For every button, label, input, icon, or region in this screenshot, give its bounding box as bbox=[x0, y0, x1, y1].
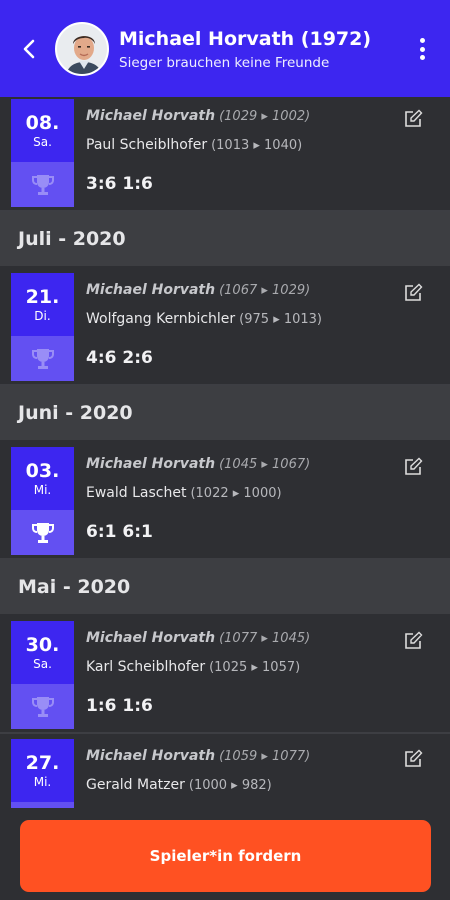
edit-icon bbox=[405, 109, 423, 127]
player-2-name: Ewald Laschet bbox=[86, 485, 187, 501]
month-header: Mai - 2020 bbox=[0, 560, 450, 616]
player-2-name: Gerald Matzer bbox=[86, 777, 185, 793]
match-day: 03. bbox=[25, 459, 60, 482]
match-date: 30. Sa. bbox=[11, 621, 74, 729]
player-1: Michael Horvath (1045 ▸ 1067) bbox=[86, 456, 310, 472]
match-weekday: Di. bbox=[34, 308, 51, 323]
player-2-rating: (1025 ▸ 1057) bbox=[209, 660, 301, 675]
player-1: Michael Horvath (1029 ▸ 1002) bbox=[86, 108, 310, 124]
match-list[interactable]: 08. Sa. Michael Horvath (1029 ▸ 1002) Pau… bbox=[0, 97, 450, 809]
match-date: 08. Sa. bbox=[11, 99, 74, 207]
edit-icon bbox=[405, 283, 423, 301]
edit-button[interactable] bbox=[403, 457, 423, 477]
player-1-rating: (1059 ▸ 1077) bbox=[219, 749, 311, 764]
bottom-bar: Spieler*in fordern bbox=[0, 808, 450, 900]
match-weekday: Sa. bbox=[33, 656, 52, 671]
back-button[interactable] bbox=[16, 34, 42, 64]
edit-button[interactable] bbox=[403, 109, 423, 129]
player-1: Michael Horvath (1067 ▸ 1029) bbox=[86, 282, 310, 298]
player-1-name: Michael Horvath bbox=[86, 282, 216, 298]
arrow-back-icon bbox=[23, 39, 35, 59]
player-2: Gerald Matzer (1000 ▸ 982) bbox=[86, 777, 272, 793]
challenge-player-button[interactable]: Spieler*in fordern bbox=[20, 820, 431, 892]
player-1-rating: (1045 ▸ 1067) bbox=[219, 457, 311, 472]
more-vertical-icon bbox=[419, 38, 425, 43]
player-1-rating: (1029 ▸ 1002) bbox=[219, 109, 311, 124]
player-1-name: Michael Horvath bbox=[86, 630, 216, 646]
page-subtitle: Sieger brauchen keine Freunde bbox=[119, 55, 330, 71]
player-1: Michael Horvath (1077 ▸ 1045) bbox=[86, 630, 310, 646]
date-top: 21. Di. bbox=[11, 273, 74, 336]
match-date: 21. Di. bbox=[11, 273, 74, 381]
trophy-icon bbox=[31, 696, 54, 717]
match-item[interactable]: 21. Di. Michael Horvath (1067 ▸ 1029) Wol… bbox=[0, 268, 450, 386]
match-day: 27. bbox=[25, 751, 60, 774]
month-header: Juni - 2020 bbox=[0, 386, 450, 442]
result-indicator bbox=[11, 510, 74, 555]
match-item[interactable]: 03. Mi. Michael Horvath (1045 ▸ 1067) Ewa… bbox=[0, 442, 450, 560]
player-2: Wolfgang Kernbichler (975 ▸ 1013) bbox=[86, 311, 322, 327]
match-day: 30. bbox=[25, 633, 60, 656]
header-text: Michael Horvath (1972) Sieger brauchen k… bbox=[119, 28, 371, 71]
player-2-rating: (1000 ▸ 982) bbox=[188, 778, 272, 793]
player-2-name: Paul Scheiblhofer bbox=[86, 137, 208, 153]
avatar-image bbox=[57, 24, 107, 74]
player-1-rating: (1077 ▸ 1045) bbox=[219, 631, 311, 646]
player-1: Michael Horvath (1059 ▸ 1077) bbox=[86, 748, 310, 764]
player-2: Karl Scheiblhofer (1025 ▸ 1057) bbox=[86, 659, 300, 675]
result-indicator bbox=[11, 336, 74, 381]
trophy-icon bbox=[31, 174, 54, 195]
edit-button[interactable] bbox=[403, 749, 423, 769]
match-score: 3:6 1:6 bbox=[86, 174, 153, 194]
player-2-rating: (975 ▸ 1013) bbox=[239, 312, 323, 327]
match-date: 27. Mi. bbox=[11, 739, 74, 809]
player-1-name: Michael Horvath bbox=[86, 748, 216, 764]
match-weekday: Sa. bbox=[33, 134, 52, 149]
player-2-rating: (1022 ▸ 1000) bbox=[190, 486, 282, 501]
more-vertical-icon-dot bbox=[419, 55, 425, 60]
date-top: 08. Sa. bbox=[11, 99, 74, 162]
player-2-name: Karl Scheiblhofer bbox=[86, 659, 206, 675]
date-top: 30. Sa. bbox=[11, 621, 74, 684]
match-score: 1:6 1:6 bbox=[86, 696, 153, 716]
match-weekday: Mi. bbox=[33, 774, 52, 789]
edit-icon bbox=[405, 457, 423, 475]
avatar[interactable] bbox=[55, 22, 109, 76]
match-item[interactable]: 08. Sa. Michael Horvath (1029 ▸ 1002) Pau… bbox=[0, 97, 450, 212]
match-day: 08. bbox=[25, 111, 60, 134]
match-date: 03. Mi. bbox=[11, 447, 74, 555]
edit-icon bbox=[405, 631, 423, 649]
more-vertical-icon-dot bbox=[419, 46, 425, 52]
match-score: 4:6 2:6 bbox=[86, 348, 153, 368]
match-item[interactable]: 30. Sa. Michael Horvath (1077 ▸ 1045) Kar… bbox=[0, 616, 450, 734]
player-2-name: Wolfgang Kernbichler bbox=[86, 311, 236, 327]
month-header: Juli - 2020 bbox=[0, 212, 450, 268]
edit-icon bbox=[405, 749, 423, 767]
player-2-rating: (1013 ▸ 1040) bbox=[211, 138, 303, 153]
page-title: Michael Horvath (1972) bbox=[119, 28, 372, 50]
date-top: 27. Mi. bbox=[11, 739, 74, 802]
trophy-icon bbox=[31, 522, 54, 543]
app-bar: Michael Horvath (1972) Sieger brauchen k… bbox=[0, 0, 450, 97]
trophy-icon bbox=[31, 348, 54, 369]
player-1-name: Michael Horvath bbox=[86, 456, 216, 472]
more-menu-button[interactable] bbox=[412, 34, 432, 64]
match-score: 6:1 6:1 bbox=[86, 522, 153, 542]
player-1-name: Michael Horvath bbox=[86, 108, 216, 124]
edit-button[interactable] bbox=[403, 631, 423, 651]
match-day: 21. bbox=[25, 285, 60, 308]
match-weekday: Mi. bbox=[33, 482, 52, 497]
date-top: 03. Mi. bbox=[11, 447, 74, 510]
result-indicator bbox=[11, 162, 74, 207]
match-item[interactable]: 27. Mi. Michael Horvath (1059 ▸ 1077) Ger… bbox=[0, 734, 450, 809]
player-1-rating: (1067 ▸ 1029) bbox=[219, 283, 311, 298]
player-2: Ewald Laschet (1022 ▸ 1000) bbox=[86, 485, 282, 501]
edit-button[interactable] bbox=[403, 283, 423, 303]
player-2: Paul Scheiblhofer (1013 ▸ 1040) bbox=[86, 137, 302, 153]
result-indicator bbox=[11, 684, 74, 729]
